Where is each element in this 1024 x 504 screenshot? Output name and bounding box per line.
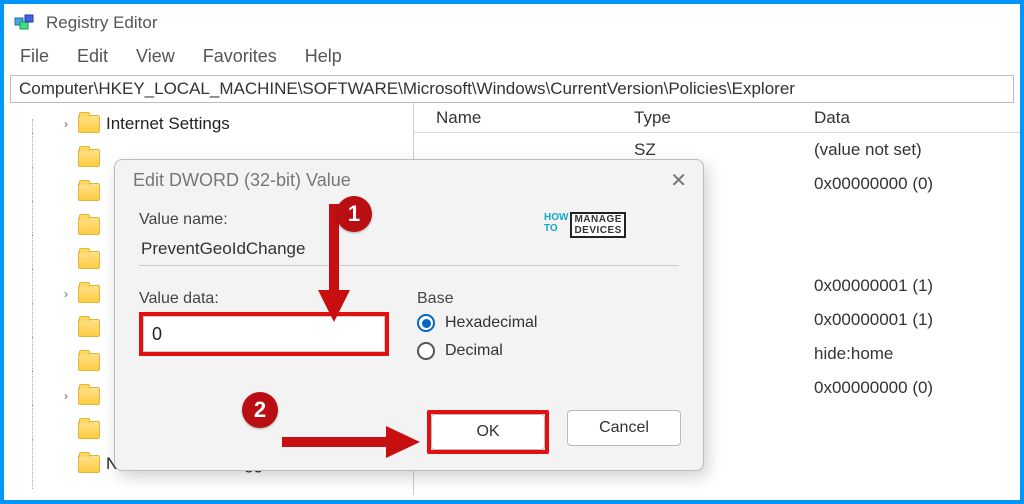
watermark-text-a: HOWTO (544, 212, 568, 238)
cell-data: 0x00000001 (1) (814, 276, 1020, 296)
watermark-logo: HOWTO MANAGEDEVICES (544, 212, 626, 238)
cell-type: SZ (634, 140, 814, 160)
list-header: Name Type Data (414, 103, 1020, 133)
chevron-right-icon[interactable]: › (60, 118, 72, 130)
window-title: Registry Editor (46, 13, 157, 33)
regedit-icon (14, 12, 36, 34)
menu-help[interactable]: Help (305, 46, 342, 67)
col-header-type[interactable]: Type (634, 108, 814, 128)
dialog-titlebar: Edit DWORD (32-bit) Value ✕ (115, 160, 703, 199)
folder-icon (78, 149, 100, 167)
cell-data: 0x00000001 (1) (814, 310, 1020, 330)
menu-file[interactable]: File (20, 46, 49, 67)
watermark-text-b: MANAGEDEVICES (570, 212, 625, 238)
folder-icon (78, 319, 100, 337)
radio-decimal[interactable]: Decimal (417, 342, 679, 360)
annotation-arrow-right-icon (282, 422, 422, 462)
menu-view[interactable]: View (136, 46, 175, 67)
tree-item-internet-settings[interactable]: › Internet Settings (4, 107, 413, 141)
address-bar[interactable]: Computer\HKEY_LOCAL_MACHINE\SOFTWARE\Mic… (10, 75, 1014, 103)
col-header-name[interactable]: Name (414, 108, 634, 128)
value-name-field[interactable]: PreventGeoIdChange (139, 235, 679, 266)
folder-icon (78, 455, 100, 473)
annotation-highlight-2: OK (427, 410, 549, 454)
close-icon[interactable]: ✕ (670, 168, 687, 193)
ok-button[interactable]: OK (431, 414, 545, 450)
folder-icon (78, 353, 100, 371)
cell-data: 0x00000000 (0) (814, 378, 1020, 398)
cell-data: (value not set) (814, 140, 1020, 160)
cancel-button[interactable]: Cancel (567, 410, 681, 446)
annotation-callout-2: 2 (242, 392, 278, 428)
col-header-data[interactable]: Data (814, 108, 1020, 128)
folder-icon (78, 183, 100, 201)
menu-bar: File Edit View Favorites Help (4, 42, 1020, 75)
base-label: Base (417, 290, 679, 308)
annotation-callout-1: 1 (336, 196, 372, 232)
folder-icon (78, 387, 100, 405)
tree-label: Internet Settings (106, 114, 230, 134)
radio-unselected-icon (417, 342, 435, 360)
radio-selected-icon (417, 314, 435, 332)
radio-label: Hexadecimal (445, 314, 537, 332)
folder-icon (78, 285, 100, 303)
menu-edit[interactable]: Edit (77, 46, 108, 67)
folder-icon (78, 421, 100, 439)
folder-icon (78, 115, 100, 133)
menu-favorites[interactable]: Favorites (203, 46, 277, 67)
cell-data: 0x00000000 (0) (814, 174, 1020, 194)
folder-icon (78, 251, 100, 269)
radio-hexadecimal[interactable]: Hexadecimal (417, 314, 679, 332)
radio-label: Decimal (445, 342, 503, 360)
title-bar: Registry Editor (4, 4, 1020, 42)
cell-data: hide:home (814, 344, 1020, 364)
dialog-title: Edit DWORD (32-bit) Value (133, 170, 351, 191)
folder-icon (78, 217, 100, 235)
